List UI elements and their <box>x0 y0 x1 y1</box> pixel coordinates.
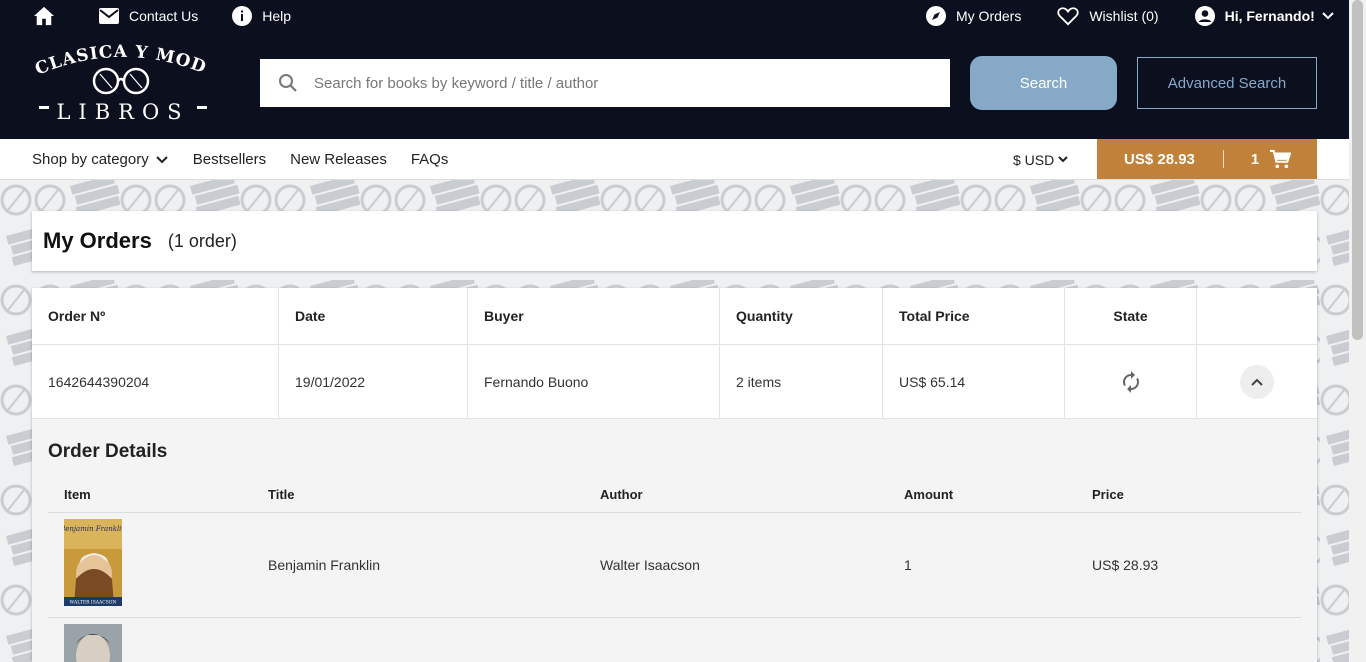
user-menu[interactable]: Hi, Fernando! <box>1194 6 1335 26</box>
col-item: Item <box>64 486 91 502</box>
shop-by-category-menu[interactable]: Shop by category <box>32 151 169 168</box>
nav-bestsellers[interactable]: Bestsellers <box>193 151 266 168</box>
order-number: 1642644390204 <box>32 345 279 418</box>
currency-label: $ USD <box>1013 151 1055 168</box>
top-header: Contact Us Help My Orders Wishlist (0) H… <box>0 0 1349 139</box>
home-icon <box>34 6 54 26</box>
search-input[interactable] <box>314 74 914 92</box>
contact-us-label: Contact Us <box>129 8 199 24</box>
order-date: 19/01/2022 <box>279 345 468 418</box>
mail-icon <box>99 8 119 24</box>
nav-items: Shop by category Bestsellers New Release… <box>32 139 472 180</box>
user-greeting: Hi, Fernando! <box>1224 8 1315 24</box>
orders-table: Order Nº Date Buyer Quantity Total Price… <box>32 288 1317 662</box>
logo-text-bottom: LIBROS <box>56 100 189 124</box>
col-quantity: Quantity <box>720 288 883 344</box>
search-button[interactable]: Search <box>970 56 1117 110</box>
table-row <box>48 618 1301 662</box>
my-orders-label: My Orders <box>956 8 1022 24</box>
advanced-search-button[interactable]: Advanced Search <box>1137 57 1317 109</box>
heart-icon <box>1057 7 1079 26</box>
help-link[interactable]: Help <box>232 6 291 26</box>
search-icon <box>278 73 298 93</box>
chevron-down-icon <box>156 155 168 163</box>
search-bar <box>260 59 950 107</box>
item-title: Benjamin Franklin <box>268 557 381 573</box>
col-date: Date <box>279 288 468 344</box>
book-cover-image[interactable] <box>64 624 122 662</box>
order-quantity: 2 items <box>720 345 883 418</box>
item-author: Walter Isaacson <box>600 557 700 573</box>
chevron-down-icon <box>1058 156 1068 163</box>
my-orders-link[interactable]: My Orders <box>926 6 1021 26</box>
nav-faqs[interactable]: FAQs <box>411 151 449 168</box>
col-actions <box>1197 288 1317 344</box>
order-details-title: Order Details <box>48 441 168 462</box>
col-price: Price <box>1092 486 1124 502</box>
shop-by-category-label: Shop by category <box>32 151 149 168</box>
wishlist-label: Wishlist (0) <box>1089 8 1159 24</box>
table-row: Benjamin Franklin WALTER ISAACSON Benjam… <box>48 513 1301 618</box>
logo-graphic: CLASICA Y MODERNA LIBROS <box>22 25 209 124</box>
cart-total: US$ 28.93 <box>1124 150 1195 168</box>
col-total-price: Total Price <box>883 288 1065 344</box>
col-author: Author <box>600 486 643 502</box>
col-title: Title <box>268 486 295 502</box>
order-buyer: Fernando Buono <box>468 345 720 418</box>
help-label: Help <box>262 8 292 24</box>
cart-count: 1 <box>1250 150 1260 168</box>
item-amount: 1 <box>904 557 912 573</box>
sync-icon <box>1122 370 1139 393</box>
cart-button[interactable]: US$ 28.93 1 <box>1097 139 1317 179</box>
top-left-links: Contact Us Help <box>33 0 325 32</box>
scrollbar-thumb[interactable] <box>1352 0 1363 340</box>
site-logo[interactable]: CLASICA Y MODERNA LIBROS <box>22 25 215 128</box>
account-icon <box>1194 6 1215 26</box>
book-cover-image[interactable]: Benjamin Franklin WALTER ISAACSON <box>64 519 122 606</box>
details-table-header: Item Title Author Amount Price <box>48 476 1301 513</box>
order-details-panel: Order Details Item Title Author Amount P… <box>32 418 1317 662</box>
chevron-up-icon <box>1251 378 1263 386</box>
info-icon <box>232 6 253 26</box>
logo-text-top: CLASICA Y MODERNA <box>22 25 209 80</box>
order-count: (1 order) <box>167 230 237 251</box>
nav-new-releases[interactable]: New Releases <box>290 151 387 168</box>
order-state <box>1065 345 1197 418</box>
col-amount: Amount <box>904 486 954 502</box>
compass-icon <box>926 6 946 26</box>
svg-text:CLASICA Y MODERNA: CLASICA Y MODERNA <box>30 40 209 80</box>
item-price: US$ 28.93 <box>1092 557 1159 573</box>
chevron-down-icon <box>1322 12 1334 20</box>
collapse-details-button[interactable] <box>1240 364 1274 399</box>
col-order-no: Order Nº <box>32 288 279 344</box>
wishlist-link[interactable]: Wishlist (0) <box>1057 6 1159 26</box>
col-buyer: Buyer <box>468 288 720 344</box>
home-link[interactable] <box>33 6 65 26</box>
order-actions <box>1197 345 1317 418</box>
col-state: State <box>1065 288 1197 344</box>
book-cover-author: WALTER ISAACSON <box>70 600 117 606</box>
table-row[interactable]: 1642644390204 19/01/2022 Fernando Buono … <box>32 345 1317 418</box>
top-right-links: My Orders Wishlist (0) Hi, Fernando! <box>926 0 1335 32</box>
page-title-card: My Orders (1 order) <box>32 211 1317 271</box>
order-total: US$ 65.14 <box>883 345 1065 418</box>
contact-us-link[interactable]: Contact Us <box>99 8 198 24</box>
page-title: My Orders <box>43 228 152 253</box>
cart-icon <box>1270 149 1292 169</box>
cart-divider <box>1222 150 1224 168</box>
book-cover-title: Benjamin Franklin <box>64 525 122 533</box>
orders-table-header: Order Nº Date Buyer Quantity Total Price… <box>32 288 1317 345</box>
currency-selector[interactable]: $ USD <box>1013 139 1069 180</box>
